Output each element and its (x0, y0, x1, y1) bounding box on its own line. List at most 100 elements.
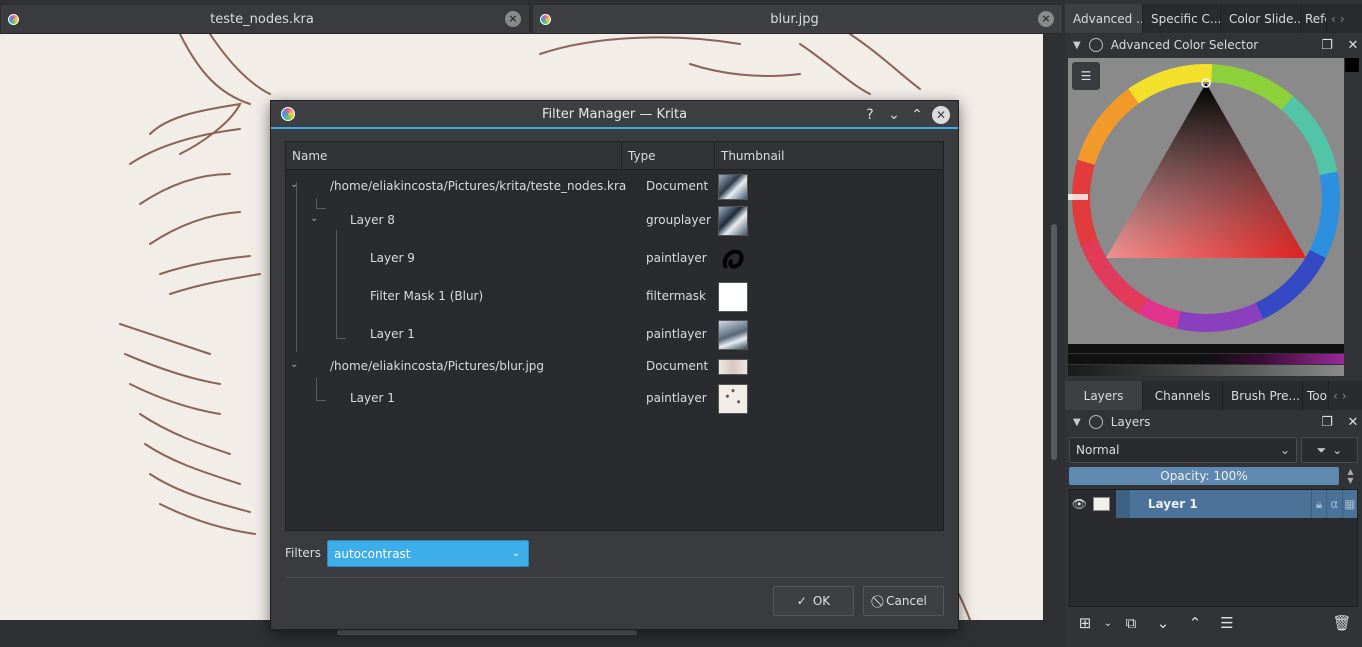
filters-label: Filters (285, 546, 321, 560)
layers-titlebar: ▼ Layers ❐ ✕ (1065, 410, 1362, 434)
close-icon[interactable]: × (1038, 11, 1054, 27)
chevron-down-icon: ⌄ (511, 548, 520, 559)
scrollbar-thumb[interactable] (337, 630, 637, 635)
eye-icon[interactable]: 👁 (1070, 497, 1089, 511)
close-icon[interactable]: ✕ (932, 106, 950, 124)
opacity-spinner[interactable]: ▲ ▼ (1343, 467, 1358, 485)
float-icon[interactable]: ❐ (1318, 38, 1336, 53)
tab-specific-color[interactable]: Specific C... (1143, 4, 1221, 34)
ok-button[interactable]: ✓ OK (773, 586, 854, 616)
krita-logo-icon (540, 13, 551, 25)
tab-brush-presets[interactable]: Brush Pre... (1223, 381, 1303, 411)
chevron-left-icon[interactable]: ‹ (1331, 12, 1336, 26)
scrollbar-thumb[interactable] (1051, 224, 1057, 460)
help-icon[interactable]: ? (861, 106, 879, 124)
color-history-strip[interactable] (1068, 344, 1344, 376)
docker-tab-bar: Advanced ... Specific C... Color Slide..… (1065, 4, 1362, 34)
filters-select[interactable]: autocontrast ⌄ (327, 540, 529, 567)
chevron-down-icon[interactable]: ⌄ (1101, 610, 1115, 636)
move-up-icon[interactable]: ⌃ (1179, 610, 1211, 636)
chevron-down-icon[interactable]: ⌄ (290, 359, 298, 370)
check-icon: ✓ (796, 594, 807, 608)
layer-row[interactable]: 👁 Layer 1 🔒︎ α ▦ (1070, 490, 1357, 518)
foreground-color-swatch[interactable] (1345, 58, 1359, 72)
layers-title: Layers (1110, 415, 1151, 429)
row-thumbnail (718, 320, 748, 350)
layer-name: Layer 1 (1147, 497, 1198, 511)
layer-toolbar: ⊞ ⌄ ⧉ ⌄ ⌃ ☰ 🗑︎ (1069, 610, 1358, 636)
properties-icon[interactable]: ☰ (1211, 610, 1243, 636)
alpha-icon[interactable]: α (1326, 490, 1342, 518)
lock-icon[interactable]: 🔒︎ (1310, 490, 1327, 518)
blend-mode-select[interactable]: Normal ⌄ (1069, 437, 1297, 463)
minimize-icon[interactable]: ⌄ (885, 106, 903, 124)
tree-row[interactable]: Layer 1 paintlayer (286, 318, 943, 352)
column-thumbnail[interactable]: Thumbnail (715, 142, 943, 170)
tab-advanced-color[interactable]: Advanced ... (1065, 4, 1143, 34)
row-thumbnail (718, 282, 748, 312)
tab-channels[interactable]: Channels (1143, 381, 1223, 411)
move-down-icon[interactable]: ⌄ (1147, 610, 1179, 636)
chevron-down-icon: ⌄ (1279, 443, 1290, 457)
tree-row[interactable]: Layer 1 paintlayer (286, 382, 943, 416)
inherit-alpha-icon[interactable]: ▦ (1341, 490, 1357, 518)
close-icon[interactable]: × (505, 11, 521, 27)
node-tree: Name Type Thumbnail ⌄ /home/eliakincosta… (285, 141, 944, 531)
row-name: Layer 1 (370, 327, 415, 341)
chevron-down-icon[interactable]: ⌄ (310, 213, 318, 224)
tab-scroll-arrows[interactable]: ‹ › (1327, 4, 1349, 34)
menu-icon[interactable]: ☰ (1072, 62, 1100, 90)
collapse-icon[interactable]: ▼ (1073, 417, 1081, 428)
tab-color-sliders[interactable]: Color Slide... (1221, 4, 1301, 34)
chevron-down-icon[interactable]: ⌄ (290, 179, 298, 190)
cancel-button[interactable]: ⃠ Cancel (863, 586, 944, 616)
opacity-slider[interactable]: Opacity: 100% (1069, 467, 1339, 485)
tab-scroll-arrows[interactable]: ‹ › (1329, 381, 1351, 411)
doc-tab-teste-nodes[interactable]: teste_nodes.kra × (0, 4, 530, 34)
color-selector-area[interactable]: ☰ (1068, 58, 1344, 344)
dialog-divider (285, 577, 944, 578)
column-name[interactable]: Name (286, 142, 622, 170)
tree-row[interactable]: Filter Mask 1 (Blur) filtermask (286, 280, 943, 314)
tab-tool-options[interactable]: Too (1303, 381, 1329, 411)
filter-manager-dialog: Filter Manager — Krita ? ⌄ ⌃ ✕ Name Type… (270, 100, 959, 630)
color-selector-titlebar: ▼ Advanced Color Selector ❐ ✕ (1065, 33, 1362, 57)
row-name: Layer 9 (370, 251, 415, 265)
doc-tab-blur[interactable]: blur.jpg × (532, 4, 1063, 34)
tree-header: Name Type Thumbnail (286, 142, 943, 170)
lock-icon[interactable] (1088, 38, 1103, 52)
chevron-right-icon[interactable]: › (1340, 12, 1345, 26)
float-icon[interactable]: ❐ (1318, 415, 1336, 430)
doc-tab-label: blur.jpg (770, 11, 819, 27)
row-type: Document (646, 359, 709, 373)
row-name: Filter Mask 1 (Blur) (370, 289, 484, 303)
collapse-icon[interactable]: ▼ (1073, 40, 1081, 51)
layer-type-icon (1115, 490, 1130, 518)
color-wheel[interactable] (1068, 58, 1344, 344)
row-thumbnail (718, 359, 748, 375)
chevron-right-icon[interactable]: › (1342, 389, 1347, 403)
chevron-down-icon: ⌄ (1332, 443, 1343, 457)
tree-row[interactable]: ⌄ /home/eliakincosta/Pictures/blur.jpg D… (286, 354, 943, 380)
row-type: paintlayer (646, 391, 707, 405)
tree-row[interactable]: ⌄ Layer 8 grouplayer (286, 204, 943, 238)
tab-layers[interactable]: Layers (1065, 381, 1143, 411)
tree-row[interactable]: Layer 9 paintlayer (286, 242, 943, 276)
close-icon[interactable]: ✕ (1344, 38, 1362, 53)
tab-reference[interactable]: Refe (1301, 4, 1327, 34)
lock-icon[interactable] (1088, 415, 1103, 429)
row-thumbnail (718, 206, 748, 236)
vertical-scrollbar[interactable] (1043, 34, 1065, 620)
column-type[interactable]: Type (622, 142, 715, 170)
add-layer-icon[interactable]: ⊞ (1069, 610, 1101, 636)
tree-row[interactable]: ⌄ /home/eliakincosta/Pictures/krita/test… (286, 172, 943, 202)
trash-icon[interactable]: 🗑︎ (1326, 610, 1358, 636)
close-icon[interactable]: ✕ (1344, 415, 1362, 430)
layer-filter-select[interactable]: ⏷ ⌄ (1301, 437, 1358, 463)
dialog-titlebar[interactable]: Filter Manager — Krita ? ⌄ ⌃ ✕ (271, 101, 958, 129)
duplicate-icon[interactable]: ⧉ (1115, 610, 1147, 636)
docker-tab-bar-2: Layers Channels Brush Pre... Too ‹ › (1065, 381, 1362, 411)
chevron-left-icon[interactable]: ‹ (1333, 389, 1338, 403)
maximize-icon[interactable]: ⌃ (908, 106, 926, 124)
layer-name-cell[interactable]: Layer 1 (1115, 490, 1311, 518)
